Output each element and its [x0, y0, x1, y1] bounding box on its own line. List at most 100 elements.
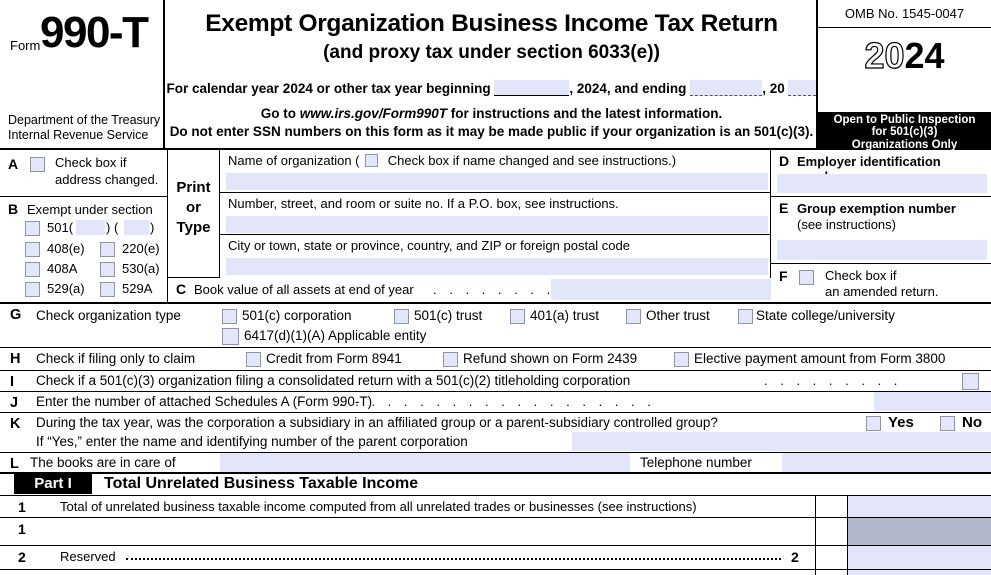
address-changed-checkbox[interactable] — [30, 157, 45, 172]
section-f-label-line-1: Check box if — [825, 268, 897, 283]
exempt-501-paragraph-input[interactable] — [124, 220, 149, 235]
org-type-501c-trust-label: 501(c) trust — [414, 308, 483, 323]
section-i-consolidated-return: I Check if a 501(c)(3) organization fili… — [0, 371, 991, 392]
section-c-label: Book value of all assets at end of year — [194, 282, 414, 297]
section-l-letter: L — [10, 456, 19, 472]
org-type-401a-trust-label: 401(a) trust — [530, 308, 600, 323]
exempt-530a-checkbox[interactable] — [100, 262, 115, 277]
part1-row-1b-number: 1 — [18, 521, 26, 537]
city-state-zip-row: City or town, state or province, country… — [220, 235, 770, 278]
telephone-number-input[interactable] — [782, 453, 991, 472]
section-f-label-line-2: an amended return. — [825, 284, 939, 299]
goto-prefix: Go to — [260, 106, 300, 121]
credit-form-8941-checkbox[interactable] — [246, 352, 261, 367]
org-type-401a-trust-checkbox[interactable] — [510, 309, 525, 324]
book-value-input[interactable] — [551, 279, 771, 300]
organization-name-input[interactable] — [226, 173, 768, 190]
elective-payment-form-3800-label: Elective payment amount from Form 3800 — [694, 351, 946, 366]
city-state-zip-input[interactable] — [226, 258, 768, 276]
tax-year-end-yy-input[interactable] — [788, 80, 817, 96]
amended-return-checkbox[interactable] — [799, 270, 814, 285]
schedules-a-count-input[interactable] — [874, 392, 991, 411]
org-type-6417d1a-checkbox[interactable] — [222, 328, 239, 345]
ein-input[interactable] — [777, 174, 987, 193]
org-type-501c-corporation-checkbox[interactable] — [222, 309, 237, 324]
name-changed-checkbox[interactable] — [365, 154, 379, 167]
org-type-other-trust-checkbox[interactable] — [626, 309, 641, 324]
exempt-501-subsection-input[interactable] — [76, 220, 105, 235]
exempt-529a-label: 529A — [122, 281, 153, 296]
parent-corporation-input[interactable] — [572, 432, 991, 451]
print-or-type-line-1: Print — [176, 179, 211, 196]
form-header: Form 990-T Department of the Treasury In… — [0, 0, 991, 151]
section-c-book-value: C Book value of all assets at end of yea… — [168, 278, 771, 302]
tax-year-mid: , 2024, and ending — [569, 81, 687, 96]
section-d-letter: D — [779, 153, 790, 169]
year-century: 20 — [864, 34, 905, 76]
section-a-label-line-1: Check box if — [55, 155, 127, 170]
irs-url-link[interactable]: www.irs.gov/Form990T — [300, 106, 447, 121]
part1-row-1-description: Total of unrelated business taxable inco… — [60, 499, 697, 514]
exempt-220e-checkbox[interactable] — [100, 242, 115, 257]
department-line-1: Department of the Treasury — [8, 113, 161, 127]
group-exemption-input[interactable] — [777, 240, 987, 260]
section-k-letter: K — [10, 416, 21, 432]
part1-row-1: 1 Total of unrelated business taxable in… — [0, 496, 991, 518]
part-1-tag: Part I — [14, 474, 92, 494]
section-b-exempt-under-section: B Exempt under section 501( ) ( ) 408(e)… — [0, 197, 167, 302]
exempt-529a-paren-checkbox[interactable] — [25, 282, 40, 297]
section-b-letter: B — [8, 201, 19, 217]
section-k-label: During the tax year, was the corporation… — [36, 415, 718, 430]
form-word-label: Form — [10, 38, 41, 53]
credit-form-8941-label: Credit from Form 8941 — [266, 351, 402, 366]
subsidiary-yes-label: Yes — [888, 414, 914, 431]
exempt-529a-checkbox[interactable] — [100, 282, 115, 297]
books-in-care-of-input[interactable] — [220, 453, 630, 472]
part-1-header: Part I Total Unrelated Business Taxable … — [0, 474, 991, 496]
subsidiary-yes-checkbox[interactable] — [866, 416, 881, 431]
exempt-501-checkbox[interactable] — [25, 221, 40, 236]
part1-row-2-linenum-cell — [815, 546, 848, 569]
org-type-state-college-checkbox[interactable] — [738, 309, 753, 324]
street-address-input[interactable] — [226, 215, 768, 233]
elective-payment-form-3800-checkbox[interactable] — [674, 352, 689, 367]
header-left-block: Form 990-T Department of the Treasury In… — [0, 0, 165, 148]
organization-name-row: Name of organization ( Check box if name… — [220, 150, 770, 193]
section-g-label: Check organization type — [36, 308, 181, 323]
part1-row-1b-linenum-cell — [815, 518, 848, 545]
tax-year-begin-input[interactable] — [494, 80, 570, 96]
section-l-label: The books are in care of — [30, 455, 176, 470]
org-type-501c-corporation-label: 501(c) corporation — [242, 308, 352, 323]
exempt-501-mid: ) ( — [106, 220, 119, 235]
org-type-501c-trust-checkbox[interactable] — [394, 309, 409, 324]
part-1-title: Total Unrelated Business Taxable Income — [104, 475, 419, 492]
department-block: Department of the Treasury Internal Reve… — [8, 113, 160, 143]
section-f-amended-return: F Check box if an amended return. — [771, 264, 991, 301]
print-or-type-line-2: or — [186, 199, 201, 216]
entity-address-column: Name of organization ( Check box if name… — [220, 150, 771, 278]
part1-row-2-leader-dots — [126, 549, 781, 560]
page-subtitle: (and proxy tax under section 6033(e)) — [323, 42, 660, 63]
entity-right-column: D Employer identification number E Group… — [771, 150, 991, 302]
year-digits: 24 — [904, 35, 945, 76]
refund-form-2439-checkbox[interactable] — [443, 352, 458, 367]
tax-year-end-input[interactable] — [690, 80, 763, 96]
subsidiary-no-checkbox[interactable] — [940, 416, 955, 431]
part1-row-1b-amount-shaded — [848, 518, 991, 545]
part1-row-3: 3 Add lines 1 and 2 3 — [0, 570, 991, 575]
exempt-408a-checkbox[interactable] — [25, 262, 40, 277]
exempt-408e-checkbox[interactable] — [25, 242, 40, 257]
section-a-label-line-2: address changed. — [55, 172, 159, 187]
part1-row-1-number: 1 — [18, 499, 26, 515]
part1-row-1-amount-input[interactable] — [848, 496, 991, 517]
organization-name-caption: Name of organization ( Check box if name… — [228, 153, 676, 168]
part1-row-3-amount-input[interactable] — [848, 570, 991, 575]
entity-information-block: A Check box if address changed. B Exempt… — [0, 150, 991, 304]
part1-row-2-amount-input[interactable] — [848, 546, 991, 569]
public-inspection-line-1: Open to Public Inspection — [833, 114, 976, 126]
organization-name-caption-post: Check box if name changed and see instru… — [387, 153, 677, 168]
form-990t-page: Form 990-T Department of the Treasury In… — [0, 0, 991, 575]
tax-year-line: For calendar year 2024 or other tax year… — [165, 80, 818, 96]
consolidated-return-checkbox[interactable] — [962, 373, 979, 390]
refund-form-2439-label: Refund shown on Form 2439 — [463, 351, 638, 366]
